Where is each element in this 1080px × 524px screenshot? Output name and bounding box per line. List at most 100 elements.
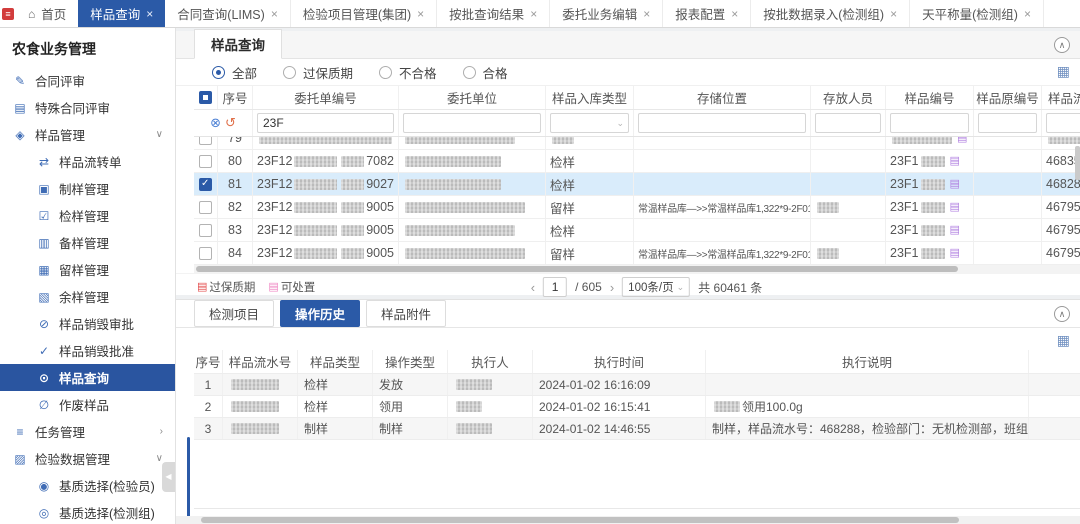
row-checkbox[interactable] [199, 155, 212, 168]
sidebar-item-retained-sample-management[interactable]: ▦ 留样管理 [0, 256, 175, 283]
refresh-icon[interactable]: ↺ [225, 115, 236, 131]
table-row[interactable]: 79 ▤ [194, 137, 1080, 150]
column-settings-icon[interactable]: ▦ [1057, 333, 1070, 347]
sidebar-item-sample-destroy-approval[interactable]: ⊘ 样品销毁审批 [0, 310, 175, 337]
tab-balance-weighing[interactable]: 天平称量(检测组) × [910, 0, 1044, 27]
table-row[interactable]: 83 23F129005 检样 23F1▤ 467957 [194, 219, 1080, 242]
location-filter-input[interactable] [638, 113, 806, 133]
menu-icon[interactable]: ≡ [2, 8, 14, 20]
sidebar-item-test-sample-management[interactable]: ☑ 检样管理 [0, 202, 175, 229]
sidebar-item-test-data-management[interactable]: ▨ 检验数据管理 ∨ [0, 445, 175, 472]
table-row[interactable]: 82 23F129005 留样 常温样品库—>>常温样品库1,322*9-2F0… [194, 196, 1080, 219]
chevron-right-icon: › [160, 426, 163, 437]
sample-prep-icon: ▣ [37, 182, 51, 196]
sample-label-icon[interactable]: ▤ [950, 248, 960, 259]
sidebar-item-backup-sample-management[interactable]: ▥ 备样管理 [0, 229, 175, 256]
tab-batch-query-result[interactable]: 按批查询结果 × [437, 0, 550, 27]
table-horizontal-scrollbar[interactable] [194, 265, 1080, 273]
sidebar-item-voided-sample[interactable]: ∅ 作废样品 [0, 391, 175, 418]
cell-client [399, 242, 546, 264]
sample-label-icon[interactable]: ▤ [950, 225, 960, 236]
radio-expired[interactable]: 过保质期 [283, 63, 353, 82]
sidebar-item-task-management[interactable]: ≡ 任务管理 › [0, 418, 175, 445]
close-icon[interactable]: × [643, 7, 650, 21]
sidebar-collapse-handle[interactable]: ◀ [162, 462, 175, 492]
sample-label-icon[interactable]: ▤ [957, 137, 967, 144]
tab-contract-query[interactable]: 合同查询(LIMS) × [165, 0, 291, 27]
history-row[interactable]: 3 制样 制样 2024-01-02 14:46:55 制样，样品流水号：468… [194, 418, 1080, 440]
close-icon[interactable]: × [890, 7, 897, 21]
sidebar-item-matrix-select-group[interactable]: ◎ 基质选择(检测组) [0, 499, 175, 524]
next-page-icon[interactable]: › [610, 280, 614, 295]
sample-no-filter-input[interactable] [890, 113, 969, 133]
sidebar-item-sample-prep-management[interactable]: ▣ 制样管理 [0, 175, 175, 202]
cell-seq: 3 [194, 418, 223, 439]
radio-unqualified[interactable]: 不合格 [379, 63, 437, 82]
select-all-checkbox[interactable] [199, 91, 212, 104]
table-row[interactable]: 84 23F129005 留样 常温样品库—>>常温样品库1,322*9-2F0… [194, 242, 1080, 265]
table-row-selected[interactable]: 81 23F129027 检样 23F1▤ 468288 [194, 173, 1080, 196]
tab-test-item-management[interactable]: 检验项目管理(集团) × [291, 0, 437, 27]
row-checkbox[interactable] [199, 201, 212, 214]
close-icon[interactable]: × [271, 7, 278, 21]
tab-sample-attachments[interactable]: 样品附件 [366, 300, 446, 327]
sidebar-item-special-contract-review[interactable]: ▤ 特殊合同评审 [0, 94, 175, 121]
row-checkbox[interactable] [199, 247, 212, 260]
serial-filter-input[interactable] [1046, 113, 1080, 133]
keeper-filter-input[interactable] [815, 113, 881, 133]
page-number-input[interactable] [543, 277, 567, 297]
row-checkbox[interactable] [199, 224, 212, 237]
close-icon[interactable]: × [731, 7, 738, 21]
prev-page-icon[interactable]: ‹ [531, 280, 535, 295]
close-icon[interactable]: × [146, 7, 153, 21]
tab-batch-data-entry[interactable]: 按批数据录入(检测组) × [751, 0, 910, 27]
clear-filter-icon[interactable]: ⊗ [210, 115, 221, 131]
close-icon[interactable]: × [530, 7, 537, 21]
close-icon[interactable]: × [1024, 7, 1031, 21]
cell-sample-no: 23F1▤ [886, 196, 974, 218]
history-row[interactable]: 2 检样 领用 2024-01-02 16:15:41 领用100.0g [194, 396, 1080, 418]
sidebar-item-sample-destroy-authorize[interactable]: ✓ 样品销毁批准 [0, 337, 175, 364]
table-row[interactable]: 80 23F127082 检样 23F1▤ 468359 [194, 150, 1080, 173]
page-size-select[interactable]: 100条/页 ⌄ [622, 277, 690, 297]
radio-all[interactable]: 全部 [212, 63, 257, 82]
sample-label-icon[interactable]: ▤ [950, 202, 960, 213]
column-settings-icon[interactable]: ▦ [1057, 64, 1070, 78]
order-no-filter-input[interactable] [257, 113, 394, 133]
sidebar-item-surplus-sample-management[interactable]: ▧ 余样管理 [0, 283, 175, 310]
close-icon[interactable]: × [417, 7, 424, 21]
storage-type-filter-select[interactable]: ⌄ [550, 113, 629, 133]
tab-operation-history[interactable]: 操作历史 [280, 300, 360, 327]
cell-keeper [811, 137, 886, 149]
matrix-select-inspector-icon: ◉ [37, 479, 51, 493]
sidebar-item-sample-query[interactable]: ⊙ 样品查询 [0, 364, 175, 391]
sidebar-item-matrix-select-inspector[interactable]: ◉ 基质选择(检验员) [0, 472, 175, 499]
cell-order-no: 23F129005 [253, 242, 399, 264]
sidebar-item-sample-management[interactable]: ◈ 样品管理 ∨ [0, 121, 175, 148]
tab-test-items[interactable]: 检测项目 [194, 300, 274, 327]
row-checkbox[interactable] [199, 178, 212, 191]
sample-label-icon[interactable]: ▤ [950, 156, 960, 167]
tab-sample-query[interactable]: 样品查询 × [78, 0, 165, 27]
col-client: 委托单位 [399, 86, 546, 109]
collapse-panel-icon[interactable]: ∧ [1054, 306, 1070, 322]
col-order-no: 委托单编号 [253, 86, 399, 109]
table-vertical-scrollbar[interactable] [1075, 146, 1080, 180]
cell-extra [1029, 418, 1080, 439]
client-filter-input[interactable] [403, 113, 541, 133]
row-checkbox[interactable] [199, 137, 212, 145]
collapse-panel-icon[interactable]: ∧ [1054, 37, 1070, 53]
history-row[interactable]: 1 检样 发放 2024-01-02 16:16:09 [194, 374, 1080, 396]
radio-qualified[interactable]: 合格 [463, 63, 508, 82]
page-horizontal-scrollbar[interactable] [176, 516, 1080, 524]
sample-label-icon[interactable]: ▤ [950, 179, 960, 190]
radio-label: 不合格 [399, 63, 437, 82]
cell-orig-no [974, 242, 1042, 264]
sidebar-item-label: 特殊合同评审 [35, 98, 110, 117]
tab-report-config[interactable]: 报表配置 × [663, 0, 751, 27]
sidebar-item-sample-transfer-form[interactable]: ⇄ 样品流转单 [0, 148, 175, 175]
orig-no-filter-input[interactable] [978, 113, 1037, 133]
sidebar-item-contract-review[interactable]: ✎ 合同评审 [0, 67, 175, 94]
tab-commission-edit[interactable]: 委托业务编辑 × [550, 0, 663, 27]
tab-home[interactable]: ⌂ 首页 [16, 0, 78, 27]
